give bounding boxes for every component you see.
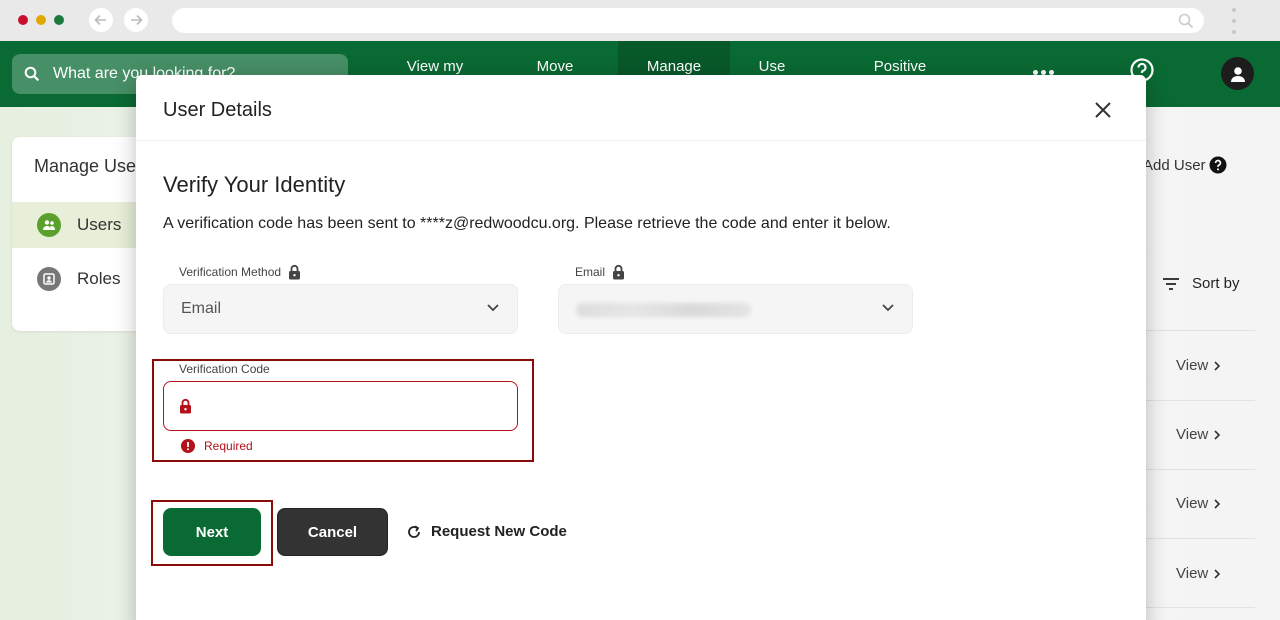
sidebar-item-label: Roles: [77, 269, 121, 288]
cancel-button[interactable]: Cancel: [277, 508, 388, 556]
sidebar-title: Manage Users: [34, 156, 152, 176]
search-icon: [24, 66, 40, 82]
lock-icon: [180, 398, 191, 414]
email-select[interactable]: [558, 284, 913, 334]
filter-icon: [1163, 277, 1179, 290]
email-label: Email: [575, 264, 625, 280]
arrow-right-icon: [131, 14, 143, 26]
user-details-modal: User Details Verify Your Identity A veri…: [136, 75, 1146, 620]
forward-button[interactable]: [124, 8, 148, 32]
chevron-down-icon: [882, 304, 894, 312]
close-icon[interactable]: [1092, 99, 1114, 121]
chevron-right-icon: [1214, 360, 1221, 371]
verification-method-label-text: Verification Method: [179, 265, 282, 279]
divider: [1146, 400, 1255, 401]
window-minimize-dot[interactable]: [36, 15, 46, 25]
lock-icon: [613, 264, 625, 280]
back-button[interactable]: [89, 8, 113, 32]
view-link[interactable]: View: [1176, 426, 1221, 443]
user-avatar[interactable]: [1221, 57, 1254, 90]
modal-header: User Details: [136, 75, 1146, 141]
view-label: View: [1176, 495, 1209, 512]
verification-code-input[interactable]: [206, 390, 506, 424]
divider: [1146, 330, 1255, 331]
verification-method-label: Verification Method: [179, 264, 301, 280]
users-icon: [37, 213, 61, 237]
kebab-menu-icon[interactable]: [1228, 8, 1240, 34]
sort-by-button[interactable]: Sort by: [1162, 275, 1240, 292]
chevron-down-icon: [487, 304, 499, 312]
modal-title: User Details: [163, 99, 272, 121]
arrow-left-icon: [94, 14, 106, 26]
view-label: View: [1176, 426, 1209, 443]
window-maximize-dot[interactable]: [54, 15, 64, 25]
person-icon: [1230, 66, 1245, 82]
refresh-icon: [408, 524, 420, 538]
chevron-right-icon: [1214, 498, 1221, 509]
request-new-code-button[interactable]: Request New Code: [406, 523, 567, 540]
request-new-code-label: Request New Code: [431, 523, 567, 540]
sort-by-label: Sort by: [1192, 275, 1240, 292]
roles-icon: [37, 267, 61, 291]
browser-chrome: [0, 0, 1280, 41]
view-link[interactable]: View: [1176, 565, 1221, 582]
next-button[interactable]: Next: [163, 508, 261, 556]
redacted-email: [576, 303, 751, 317]
verification-method-select[interactable]: Email: [163, 284, 518, 334]
chevron-right-icon: [1214, 429, 1221, 440]
chevron-right-icon: [1214, 568, 1221, 579]
verification-code-field[interactable]: [163, 381, 518, 431]
search-icon: [1178, 13, 1194, 29]
lock-icon: [289, 264, 301, 280]
divider: [1146, 538, 1255, 539]
sidebar-item-label: Users: [77, 215, 122, 234]
divider: [1146, 469, 1255, 470]
required-error: Required: [181, 439, 253, 453]
verify-description: A verification code has been sent to ***…: [163, 215, 891, 232]
add-user-link[interactable]: Add User: [1143, 157, 1206, 174]
view-link[interactable]: View: [1176, 357, 1221, 374]
view-link[interactable]: View: [1176, 495, 1221, 512]
address-bar[interactable]: [172, 8, 1204, 33]
verification-method-value: Email: [181, 300, 222, 317]
verify-heading: Verify Your Identity: [163, 172, 346, 197]
view-label: View: [1176, 565, 1209, 582]
email-label-text: Email: [575, 265, 606, 279]
error-icon: [181, 439, 195, 453]
window-close-dot[interactable]: [18, 15, 28, 25]
help-icon[interactable]: [1209, 156, 1227, 174]
error-text: Required: [204, 439, 253, 453]
divider: [1146, 607, 1255, 608]
view-label: View: [1176, 357, 1209, 374]
verification-code-label: Verification Code: [179, 362, 270, 376]
